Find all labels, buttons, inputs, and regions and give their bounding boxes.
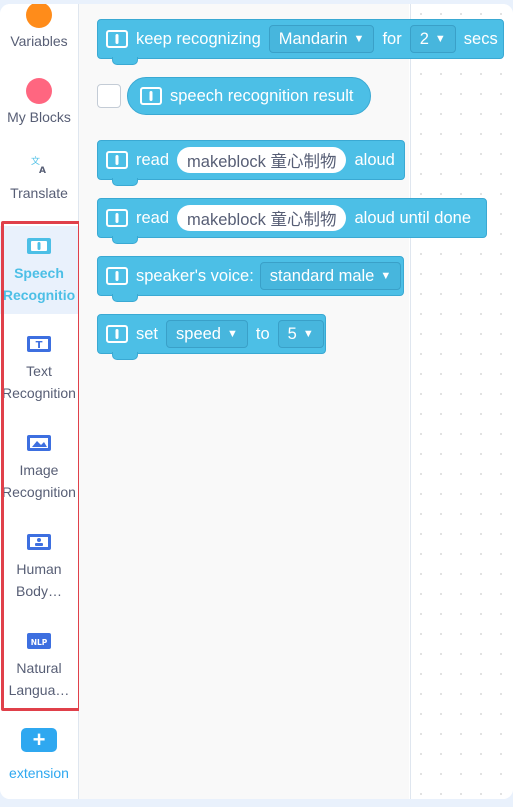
category-human-body[interactable]: Human Body… bbox=[0, 532, 78, 602]
dropdown-arrow-icon: ▼ bbox=[353, 33, 365, 45]
svg-text:T: T bbox=[36, 340, 43, 351]
translate-icon: 文 A bbox=[31, 155, 46, 176]
block-text: aloud until done bbox=[354, 208, 471, 227]
category-image-recognition[interactable]: Image Recognition bbox=[0, 433, 78, 503]
category-label: Human Body… bbox=[16, 561, 62, 599]
dropdown-arrow-icon: ▼ bbox=[434, 33, 446, 45]
editor-frame: Variables My Blocks 文 A Translate Speech… bbox=[0, 4, 513, 799]
voice-dropdown[interactable]: standard male ▼ bbox=[259, 262, 402, 290]
script-canvas[interactable] bbox=[410, 4, 513, 799]
read-until-text-input[interactable]: makeblock 童心制物 bbox=[177, 205, 347, 231]
add-extension-icon: + bbox=[21, 728, 57, 752]
block-text: speech recognition result bbox=[170, 86, 354, 105]
language-dropdown[interactable]: Mandarin ▼ bbox=[268, 25, 375, 53]
speech-recognition-icon bbox=[27, 238, 51, 254]
block-read-aloud[interactable]: read makeblock 童心制物 aloud bbox=[97, 140, 405, 186]
block-palette bbox=[79, 4, 409, 799]
speech-block-icon bbox=[106, 30, 128, 48]
human-body-icon bbox=[27, 534, 51, 550]
category-label: Translate bbox=[10, 185, 68, 201]
category-label: Speech Recognitio bbox=[2, 265, 76, 303]
param-dropdown[interactable]: speed ▼ bbox=[166, 320, 248, 348]
category-label: My Blocks bbox=[7, 109, 71, 125]
extension-label: extension bbox=[9, 765, 69, 781]
category-natural-language[interactable]: NLP Natural Langua… bbox=[0, 631, 78, 701]
category-my-blocks[interactable]: My Blocks bbox=[0, 78, 78, 128]
result-checkbox[interactable] bbox=[97, 84, 121, 108]
block-text: read bbox=[136, 208, 170, 227]
block-text: read bbox=[136, 150, 170, 169]
speech-block-icon bbox=[140, 87, 162, 105]
block-set-speed[interactable]: set speed ▼ to 5 ▼ bbox=[97, 314, 326, 360]
read-text-input[interactable]: makeblock 童心制物 bbox=[177, 147, 347, 173]
category-text-recognition[interactable]: T Text Recognition bbox=[0, 334, 78, 404]
category-label: Image Recognition bbox=[2, 462, 76, 500]
dropdown-arrow-icon: ▼ bbox=[380, 270, 392, 282]
nlp-icon: NLP bbox=[27, 633, 51, 649]
speech-block-icon bbox=[106, 325, 128, 343]
text-recognition-icon: T bbox=[27, 336, 51, 352]
block-speakers-voice[interactable]: speaker's voice: standard male ▼ bbox=[97, 256, 404, 302]
block-text: secs bbox=[463, 29, 498, 48]
block-text: set bbox=[136, 324, 159, 343]
my-blocks-dot-icon bbox=[26, 78, 52, 104]
category-label: Text Recognition bbox=[2, 363, 76, 401]
extension-button[interactable]: + extension bbox=[0, 728, 78, 784]
speech-block-icon bbox=[106, 267, 128, 285]
category-sidebar: Variables My Blocks 文 A Translate Speech… bbox=[0, 4, 81, 799]
secs-dropdown[interactable]: 2 ▼ bbox=[409, 25, 456, 53]
svg-text:A: A bbox=[39, 166, 46, 176]
dropdown-arrow-icon: ▼ bbox=[226, 328, 238, 340]
speech-block-icon bbox=[106, 209, 128, 227]
svg-text:NLP: NLP bbox=[31, 638, 48, 647]
value-dropdown[interactable]: 5 ▼ bbox=[277, 320, 324, 348]
block-text: keep recognizing bbox=[136, 29, 261, 48]
block-text: for bbox=[382, 29, 402, 48]
category-translate[interactable]: 文 A Translate bbox=[0, 154, 78, 204]
block-speech-recognition-result[interactable]: speech recognition result bbox=[127, 77, 371, 115]
block-keep-recognizing[interactable]: keep recognizing Mandarin ▼ for 2 ▼ secs bbox=[97, 19, 504, 65]
category-label: Natural Langua… bbox=[8, 660, 70, 698]
category-speech-recognition[interactable]: Speech Recognitio bbox=[0, 226, 78, 314]
category-variables[interactable]: Variables bbox=[0, 4, 78, 52]
speech-block-icon bbox=[106, 151, 128, 169]
block-read-aloud-until-done[interactable]: read makeblock 童心制物 aloud until done bbox=[97, 198, 487, 244]
block-text: to bbox=[255, 324, 270, 343]
variables-dot-icon bbox=[26, 4, 52, 28]
image-recognition-icon bbox=[27, 435, 51, 451]
block-text: aloud bbox=[354, 150, 395, 169]
dropdown-arrow-icon: ▼ bbox=[302, 328, 314, 340]
block-text: speaker's voice: bbox=[136, 266, 254, 285]
category-label: Variables bbox=[10, 33, 68, 49]
